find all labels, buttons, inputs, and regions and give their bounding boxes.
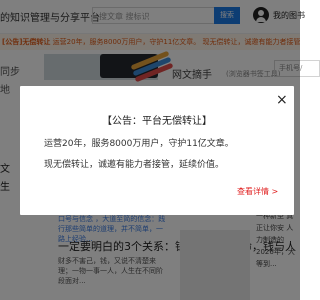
- close-icon[interactable]: ×: [276, 93, 288, 107]
- modal-title: 【公告：平台无偿转让】: [102, 116, 212, 127]
- modal-body-line1: 运营20年，服务8000万用户，守护11亿文章。: [44, 139, 234, 149]
- modal-body-line2: 现无偿转让，诚邀有能力者接管，延续价值。: [44, 160, 225, 170]
- view-details-link[interactable]: 查看详情 >: [237, 186, 278, 197]
- announcement-modal: × 【公告：平台无偿转让】 运营20年，服务8000万用户，守护11亿文章。 现…: [20, 86, 294, 215]
